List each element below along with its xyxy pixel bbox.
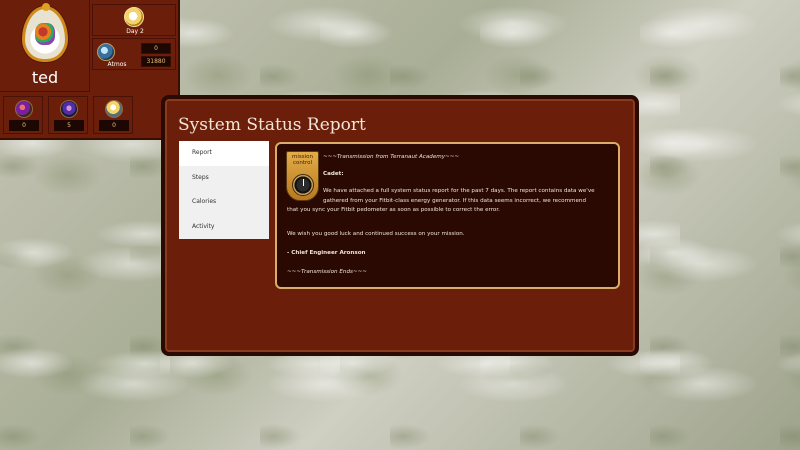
dial-icon [292,174,314,196]
transmission-footer: ~~~Transmission Ends~~~ [287,269,367,275]
atmos-label: Atmos [107,61,127,68]
avatar-panel[interactable]: ted [0,0,90,92]
resource-value: 0 [99,120,129,131]
planet-icon [97,43,115,61]
tab-activity[interactable]: Activity [179,215,269,240]
badge-text: mission control [292,154,313,166]
mission-control-badge: mission control [286,151,319,201]
player-avatar[interactable] [22,3,68,62]
player-name: ted [31,68,59,87]
day-label: Day 2 [126,28,144,35]
tab-steps[interactable]: Steps [179,166,269,191]
status-report-modal: System Status Report Report Steps Calori… [161,95,639,356]
tab-calories[interactable]: Calories [179,190,269,215]
body-line: We have attached a full system status re… [323,188,595,194]
resource-value: 0 [9,120,39,131]
atmos-panel[interactable]: Atmos 0 31880 [92,38,176,70]
day-counter: Day 2 [92,4,176,36]
resource-slot-1[interactable]: 0 [3,96,43,134]
wish-text: We wish you good luck and continued succ… [287,231,465,237]
greeting: Cadet: [323,171,344,177]
resource-value: 5 [54,120,84,131]
sun-icon [124,7,144,27]
energy-orb-icon [105,100,123,118]
gem-icon [60,100,78,118]
body-line: gathered from your Fitbit-class energy g… [323,197,587,204]
transmission-header: ~~~Transmission from Terranaut Academy~~… [323,154,460,160]
player-hud: ted Day 2 Atmos 0 31880 0 5 0 [0,0,180,140]
report-menu: Report Steps Calories Activity [179,141,269,239]
transmission-panel: mission control ~~~Transmission from Ter… [275,142,620,289]
resource-slot-2[interactable]: 5 [48,96,88,134]
atmos-value-top: 0 [141,43,171,54]
crystal-icon [15,100,33,118]
modal-title: System Status Report [178,115,366,135]
resource-slot-3[interactable]: 0 [93,96,133,134]
atmos-value-bottom: 31880 [141,56,171,67]
message-body: We have attached a full system status re… [287,187,613,216]
signature: - Chief Engineer Aronson [287,250,366,256]
body-line: that you sync your Fitbit pedometer as s… [287,207,500,213]
tab-report[interactable]: Report [179,141,269,166]
